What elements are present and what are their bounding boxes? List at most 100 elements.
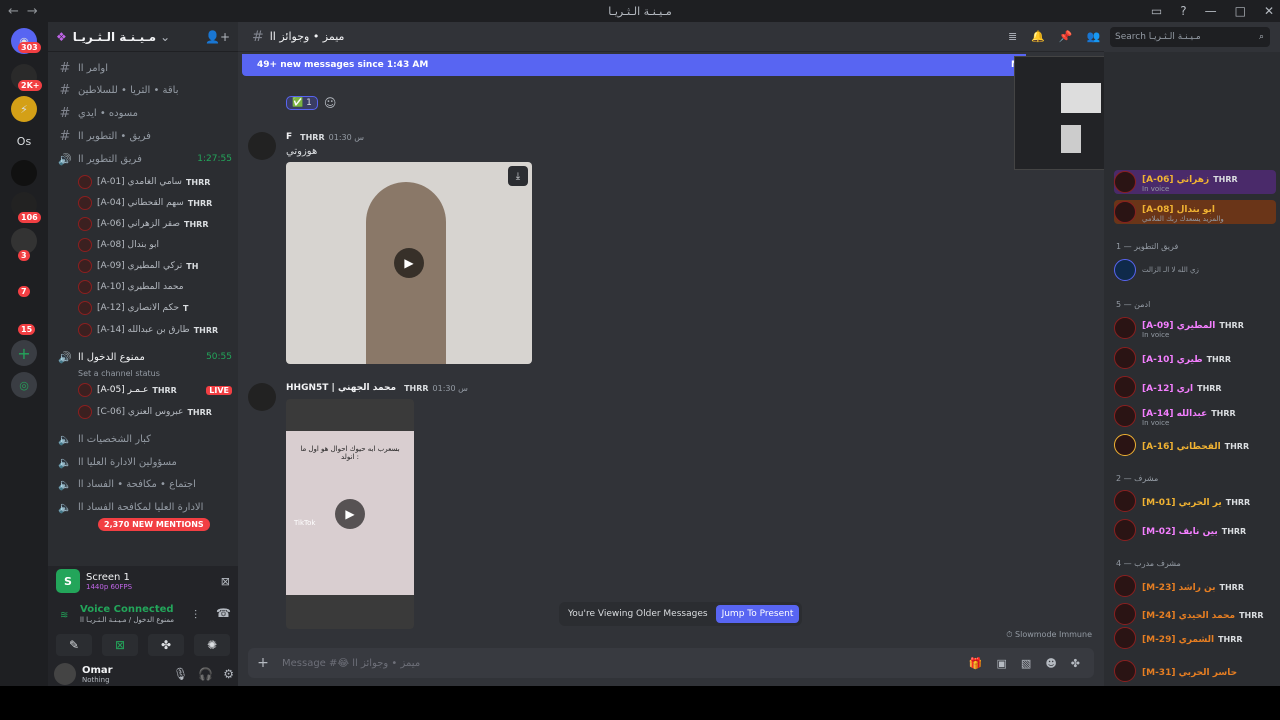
member-item[interactable]: [M-23] بن راشد THRR <box>1114 574 1276 598</box>
member-item[interactable]: [A-10] طيري THRR <box>1114 346 1276 370</box>
invite-icon[interactable]: 👤+ <box>205 30 230 44</box>
signal-icon[interactable]: ≋ <box>60 610 68 621</box>
pin-icon[interactable]: 📌 <box>1059 30 1073 43</box>
member-item[interactable]: [A-08] ابو بندال والمزيد يسعدك ربك الملام… <box>1114 200 1276 224</box>
camera-off-button[interactable]: ✎ <box>56 634 92 656</box>
message-text: هوزوتي <box>286 146 317 157</box>
voice-channel-item[interactable]: 🔈 كبار الشخصيات اا <box>56 429 232 449</box>
member-item[interactable]: [A-16] القحطاني THRR <box>1114 433 1276 457</box>
voice-user[interactable]: [A-10] محمد المطيري <box>78 277 232 297</box>
member-item[interactable]: [A-14] عبدالله THRR In voice <box>1114 404 1276 428</box>
voice-user[interactable]: [A-01] سامي الغامدي THRR <box>78 172 232 192</box>
member-item[interactable]: [A-12] اري THRR <box>1114 375 1276 399</box>
play-icon[interactable]: ▶ <box>394 248 424 278</box>
search-input[interactable]: Search مـيـنـة الـثـريـا <box>1115 32 1201 42</box>
members-icon[interactable]: 👥 <box>1087 30 1101 43</box>
voice-user[interactable]: [A-06] صقر الزهراني THRR <box>78 214 232 234</box>
voice-channel-item[interactable]: 🔈 الادارة العليا لمكافحة الفساد اا <box>56 497 232 517</box>
member-item[interactable]: [M-31] حاسر الحربي <box>1114 659 1276 683</box>
help-icon[interactable]: ? <box>1180 4 1186 18</box>
channel-item[interactable]: # باقة • الثريا • للسلاطين <box>56 80 232 100</box>
voice-user[interactable]: [A-14] طارق بن عبدالله THRR <box>78 320 232 340</box>
voice-user[interactable]: [A-04] سهم القحطاني THRR <box>78 193 232 213</box>
avatar <box>78 259 92 273</box>
channel-item[interactable]: # فريق • التطوير اا <box>56 126 232 146</box>
maximize-icon[interactable]: □ <box>1235 4 1246 18</box>
voice-user[interactable]: [A-05] عـمـر THRR LIVE <box>78 380 232 400</box>
speaker-icon: 🔈 <box>58 455 72 469</box>
noise-icon[interactable]: ⫶ <box>194 608 197 623</box>
voice-user[interactable]: [A-12] حكم الانصاري T <box>78 298 232 318</box>
voice-user[interactable]: [A-09] تركي المطيري TH <box>78 256 232 276</box>
avatar <box>1114 347 1136 369</box>
apps-icon[interactable]: ✤ <box>1071 657 1080 670</box>
close-icon[interactable]: ✕ <box>1264 4 1274 18</box>
voice-user-name: [A-06] صقر الزهراني <box>97 219 180 229</box>
add-attachment-icon[interactable]: + <box>248 655 278 671</box>
emoji-icon[interactable]: ☻ <box>1045 657 1056 670</box>
voice-channel-item[interactable]: 🔈 مسؤولين الادارة العليا اا <box>56 452 232 472</box>
soundboard-button[interactable]: ✺ <box>194 634 230 656</box>
member-item[interactable]: [A-06] زهراني THRR In voice <box>1114 170 1276 194</box>
server-icon[interactable] <box>11 160 37 186</box>
stream-preview[interactable]: S Screen 1 1440p 60FPS ⊠ <box>56 566 230 596</box>
new-mentions-badge[interactable]: 2,370 NEW MENTIONS <box>98 518 210 531</box>
new-messages-bar[interactable]: 49+ new messages since 1:43 AMM <box>242 54 1026 76</box>
channel-item[interactable]: # مسوده • ايدي <box>56 103 232 123</box>
avatar <box>78 175 92 189</box>
server-header[interactable]: ❖ مـيـنـة الـثـريـا ⌄ 👤+ <box>48 22 238 52</box>
channel-item[interactable]: # اوامر اا <box>56 58 232 78</box>
inbox-icon[interactable]: ▭ <box>1151 4 1162 18</box>
bell-icon[interactable]: 🔔 <box>1031 30 1045 43</box>
screen-share-button[interactable]: ⊠ <box>102 634 138 656</box>
reaction-check[interactable]: ✅ 1 <box>286 96 318 110</box>
channel-label: مسوده • ايدي <box>78 107 139 119</box>
activities-button[interactable]: ✤ <box>148 634 184 656</box>
jump-to-present-button[interactable]: Jump To Present <box>715 605 800 623</box>
threads-icon[interactable]: ≣ <box>1008 30 1017 43</box>
headphones-icon[interactable]: 🎧 <box>198 667 213 681</box>
minimize-icon[interactable]: — <box>1205 4 1217 18</box>
explore-icon[interactable]: ◎ <box>11 372 37 398</box>
voice-channel-item[interactable]: 🔈 اجتماع • مكافحة • الفساد اا <box>56 474 232 494</box>
voice-user[interactable]: [A-08] ابو بندال <box>78 235 232 255</box>
member-item[interactable]: [M-02] بين نايف THRR <box>1114 518 1276 542</box>
add-reaction-icon[interactable]: ☺ <box>324 96 337 110</box>
speaker-icon: 🔈 <box>58 500 72 514</box>
search-box[interactable]: Search مـيـنـة الـثـريـا ⌕ <box>1110 27 1270 47</box>
server-icon[interactable]: Os <box>11 128 37 154</box>
voice-connected-label[interactable]: Voice Connected <box>80 604 174 615</box>
author-name[interactable]: HHGN5T | محمد الجهني <box>286 383 396 393</box>
gift-icon[interactable]: 🎁 <box>969 657 983 670</box>
gear-icon[interactable]: ⚙ <box>223 667 234 681</box>
video-attachment[interactable]: ▶ ⤓ <box>286 162 532 364</box>
voice-channel-item[interactable]: 🔊 فريق التطوير اا 1:27:55 <box>56 149 232 169</box>
user-info[interactable]: Omar Nothing 🎙 🎧 ⚙ <box>54 662 234 686</box>
hash-icon: # <box>59 82 71 98</box>
voice-user[interactable]: [C-06] عبروس العنزي THRR <box>78 402 232 422</box>
member-item[interactable]: زي الله لا الـ الزالت <box>1114 258 1276 282</box>
server-icon[interactable]: ⚡ <box>11 96 37 122</box>
message-input[interactable]: Message #😂 ميمز • وجوائز اا <box>282 658 420 669</box>
voice-location[interactable]: ممنوع الدخول / مـيـنـة الـثـريـا اا <box>80 616 174 624</box>
avatar <box>1114 603 1136 625</box>
close-icon[interactable]: ⊠ <box>221 575 230 588</box>
add-server-icon[interactable]: + <box>11 340 37 366</box>
voice-user-name: [A-04] سهم القحطاني <box>97 198 184 208</box>
download-icon[interactable]: ⤓ <box>508 166 528 186</box>
sticker-icon[interactable]: ▧ <box>1021 657 1031 670</box>
play-icon[interactable]: ▶ <box>335 499 365 529</box>
member-item[interactable]: [A-09] المطيري THRR In voice <box>1114 316 1276 340</box>
video-attachment[interactable]: بسعرب ابه حيوك احوال هو اول ما انولد : T… <box>286 399 414 629</box>
forward-arrow-icon[interactable]: → <box>27 4 38 19</box>
disconnect-icon[interactable]: ☎ <box>216 606 231 620</box>
member-item[interactable]: [M-29] الشمري THRR <box>1114 626 1276 650</box>
member-item[interactable]: [M-24] محمد الحيدي THRR <box>1114 602 1276 626</box>
older-messages-label: You're Viewing Older Messages <box>568 609 708 619</box>
member-item[interactable]: [M-01] ير الحربي THRR <box>1114 489 1276 513</box>
mic-icon[interactable]: 🎙 <box>173 667 188 681</box>
gif-icon[interactable]: ▣ <box>997 657 1007 670</box>
author-name[interactable]: F <box>286 132 292 142</box>
avatar <box>78 383 92 397</box>
back-arrow-icon[interactable]: ← <box>8 4 19 19</box>
